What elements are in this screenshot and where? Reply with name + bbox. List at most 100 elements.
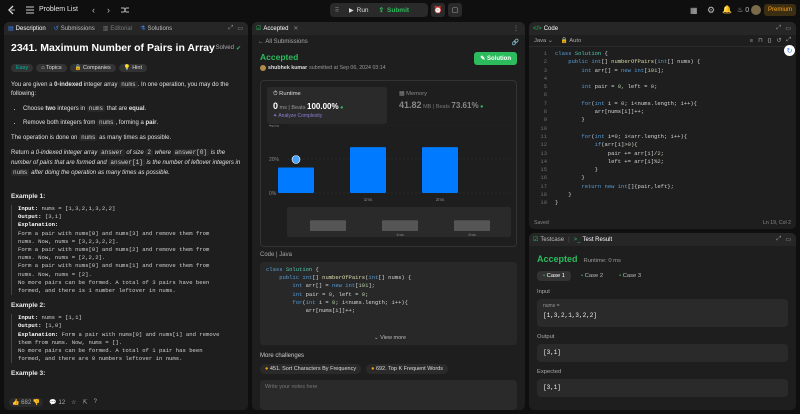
difficulty-badge: Easy	[11, 64, 34, 72]
submit-button[interactable]: ⇪ Submit	[374, 3, 414, 17]
alarm-icon[interactable]: ⏰	[431, 3, 445, 17]
chart-bar	[278, 167, 314, 193]
collapse-icon[interactable]: ▭	[237, 25, 243, 32]
description-panel: ▤ Description ↺ Submissions ▥ Editorial …	[4, 22, 248, 410]
notification-icon[interactable]: 🔔	[722, 5, 732, 14]
bookmark-icon[interactable]: ⊓	[758, 38, 763, 44]
star-icon[interactable]: ☆	[71, 399, 76, 406]
challenge-chip-692[interactable]: ● 692. Top K Frequent Words	[366, 364, 448, 374]
tab-submissions[interactable]: ↺ Submissions	[50, 22, 99, 35]
close-icon[interactable]: ✕	[293, 25, 298, 32]
more-options-icon[interactable]: ⋮	[513, 25, 519, 32]
output-value: [3,1]	[543, 349, 562, 356]
code-line[interactable]: 2 public int[] numberOfPairs(int[] nums)…	[533, 58, 796, 66]
streak-counter[interactable]: ♨ 0	[737, 6, 749, 14]
tab-testcase[interactable]: ☑ Testcase	[529, 233, 568, 246]
avatar[interactable]	[751, 5, 761, 15]
chevron-right-icon[interactable]: ›	[107, 5, 110, 15]
problem-list-link[interactable]: Problem List	[39, 6, 78, 13]
code-line[interactable]: 9 }	[533, 116, 796, 124]
code-line[interactable]: 1 class Solution {	[533, 50, 796, 58]
tab-accepted[interactable]: ☑ Accepted ✕	[252, 22, 302, 35]
link-icon[interactable]: 🔗	[512, 39, 519, 46]
debug-icon[interactable]: ⠿	[330, 7, 344, 14]
problem-list-icon[interactable]	[26, 6, 34, 14]
code-line[interactable]: 11 for(int i=0; i<arr.length; i++){	[533, 133, 796, 141]
tab-test-result[interactable]: >_ Test Result	[570, 233, 617, 246]
braces-icon[interactable]: {}	[768, 38, 772, 44]
note-icon[interactable]: ▢	[448, 3, 462, 17]
code-line[interactable]: 8 arr[nums[i]]++;	[533, 108, 796, 116]
analyze-complexity-link[interactable]: ✦ Analyze Complexity	[273, 113, 381, 119]
tab-code[interactable]: </> Code	[529, 22, 562, 35]
code-line[interactable]: 4	[533, 75, 796, 83]
auto-toggle[interactable]: 🔒 Auto	[561, 38, 581, 44]
tab-solutions[interactable]: ⚗ Solutions	[136, 22, 176, 35]
code-line[interactable]: 3 int arr[] = new int[101];	[533, 67, 796, 75]
topics-chip[interactable]: ⌂ Topics	[36, 64, 67, 72]
case-tab-2[interactable]: • Case 2	[575, 271, 609, 281]
code-line[interactable]: 7 for(int i = 0; i<nums.length; i++){	[533, 100, 796, 108]
hint-chip[interactable]: 💡 Hint	[118, 64, 147, 72]
challenge-chip-451[interactable]: ● 451. Sort Characters By Frequency	[260, 364, 362, 374]
code-line[interactable]: 18 }	[533, 191, 796, 199]
case-tab-3[interactable]: • Case 3	[613, 271, 647, 281]
ai-assist-icon[interactable]: ↻	[784, 45, 795, 56]
tab-editorial[interactable]: ▥ Editorial	[99, 22, 136, 35]
share-icon[interactable]: ⇱	[83, 399, 88, 406]
case-tab-1[interactable]: • Case 1	[537, 271, 572, 281]
tag-row: Easy ⌂ Topics 🔒 Companies 💡 Hint	[11, 64, 241, 72]
runtime-value: 0	[273, 101, 279, 111]
collapse-icon[interactable]: ▭	[785, 25, 791, 32]
comments-button[interactable]: 💬 12	[49, 399, 65, 406]
code-line[interactable]: 10	[533, 125, 796, 133]
run-submit-group: ⠿ ▶ Run ⇪ Submit	[330, 3, 428, 17]
code-line[interactable]: 16 }	[533, 174, 796, 182]
menu-icon[interactable]: ≡	[750, 38, 753, 44]
example-1-title: Example 1:	[11, 193, 46, 200]
example-line: Output: [1,0]	[18, 322, 62, 330]
premium-button[interactable]: Premium	[764, 4, 796, 16]
lightbulb-icon: 💡	[123, 65, 131, 71]
code-line[interactable]: 13 pair += arr[i]/2;	[533, 150, 796, 158]
shuffle-icon[interactable]	[121, 6, 129, 14]
maximize-icon[interactable]: ⤢	[229, 25, 234, 32]
chart-bar	[422, 147, 458, 193]
run-button[interactable]: ▶ Run	[344, 3, 374, 17]
runtime-box[interactable]: ⏱ Runtime 0 ms | Beats 100.00% ● ✦ Analy…	[267, 87, 387, 124]
example-line: Form a pair with nums[0] and nums[2] and…	[18, 246, 210, 254]
runtime-distribution-chart[interactable]: 40% 20% 0% 1ms 2ms 1ms 2ms	[265, 125, 519, 247]
collapse-icon[interactable]: ▭	[785, 236, 791, 243]
username[interactable]: shubhek kumar	[268, 65, 307, 71]
code-line[interactable]: 17 return new int[]{pair,left};	[533, 183, 796, 191]
thumbs-down-icon[interactable]: 👎	[33, 400, 40, 406]
maximize-icon[interactable]: ⤢	[777, 236, 782, 243]
maximize-icon[interactable]: ⤢	[777, 25, 782, 32]
code-line[interactable]: 14 left += arr[i]%2;	[533, 158, 796, 166]
example-line: Input: nums = [1,3,2,1,3,2,2]	[18, 205, 116, 212]
layout-icon[interactable]: ▦	[690, 6, 698, 15]
solution-button[interactable]: ✎ Solution	[474, 52, 517, 65]
companies-chip[interactable]: 🔒 Companies	[69, 64, 116, 72]
reset-icon[interactable]: ↺	[777, 38, 782, 44]
memory-box[interactable]: ▦ Memory 41.82 MB | Beats 73.61% ●	[393, 87, 513, 124]
code-line[interactable]: 15 }	[533, 166, 796, 174]
chevron-left-icon[interactable]: ‹	[92, 5, 95, 15]
code-line[interactable]: 19}	[533, 199, 796, 207]
view-more-button[interactable]: ⌄ View more	[374, 335, 406, 341]
code-line[interactable]: 6	[533, 91, 796, 99]
code-editor[interactable]: 1 class Solution {2 public int[] numberOf…	[529, 47, 796, 208]
help-icon[interactable]: ?	[94, 399, 97, 405]
notes-textarea[interactable]: Write your notes here	[260, 380, 517, 410]
logo-icon[interactable]	[7, 5, 17, 15]
language-select[interactable]: Java ⌄	[534, 38, 553, 44]
code-line[interactable]: 5 int pair = 0, left = 0;	[533, 83, 796, 91]
back-to-submissions[interactable]: ← All Submissions	[258, 39, 308, 45]
expected-box: [3,1]	[537, 379, 788, 397]
code-line[interactable]: 12 if(arr[i]>0){	[533, 141, 796, 149]
settings-icon[interactable]: ⚙	[707, 5, 715, 16]
like-button[interactable]: 👍 682 👎	[9, 397, 44, 407]
checkbox-icon: ☑	[533, 237, 539, 243]
tab-description[interactable]: ▤ Description	[4, 22, 50, 35]
fullscreen-icon[interactable]: ⤢	[786, 37, 791, 44]
